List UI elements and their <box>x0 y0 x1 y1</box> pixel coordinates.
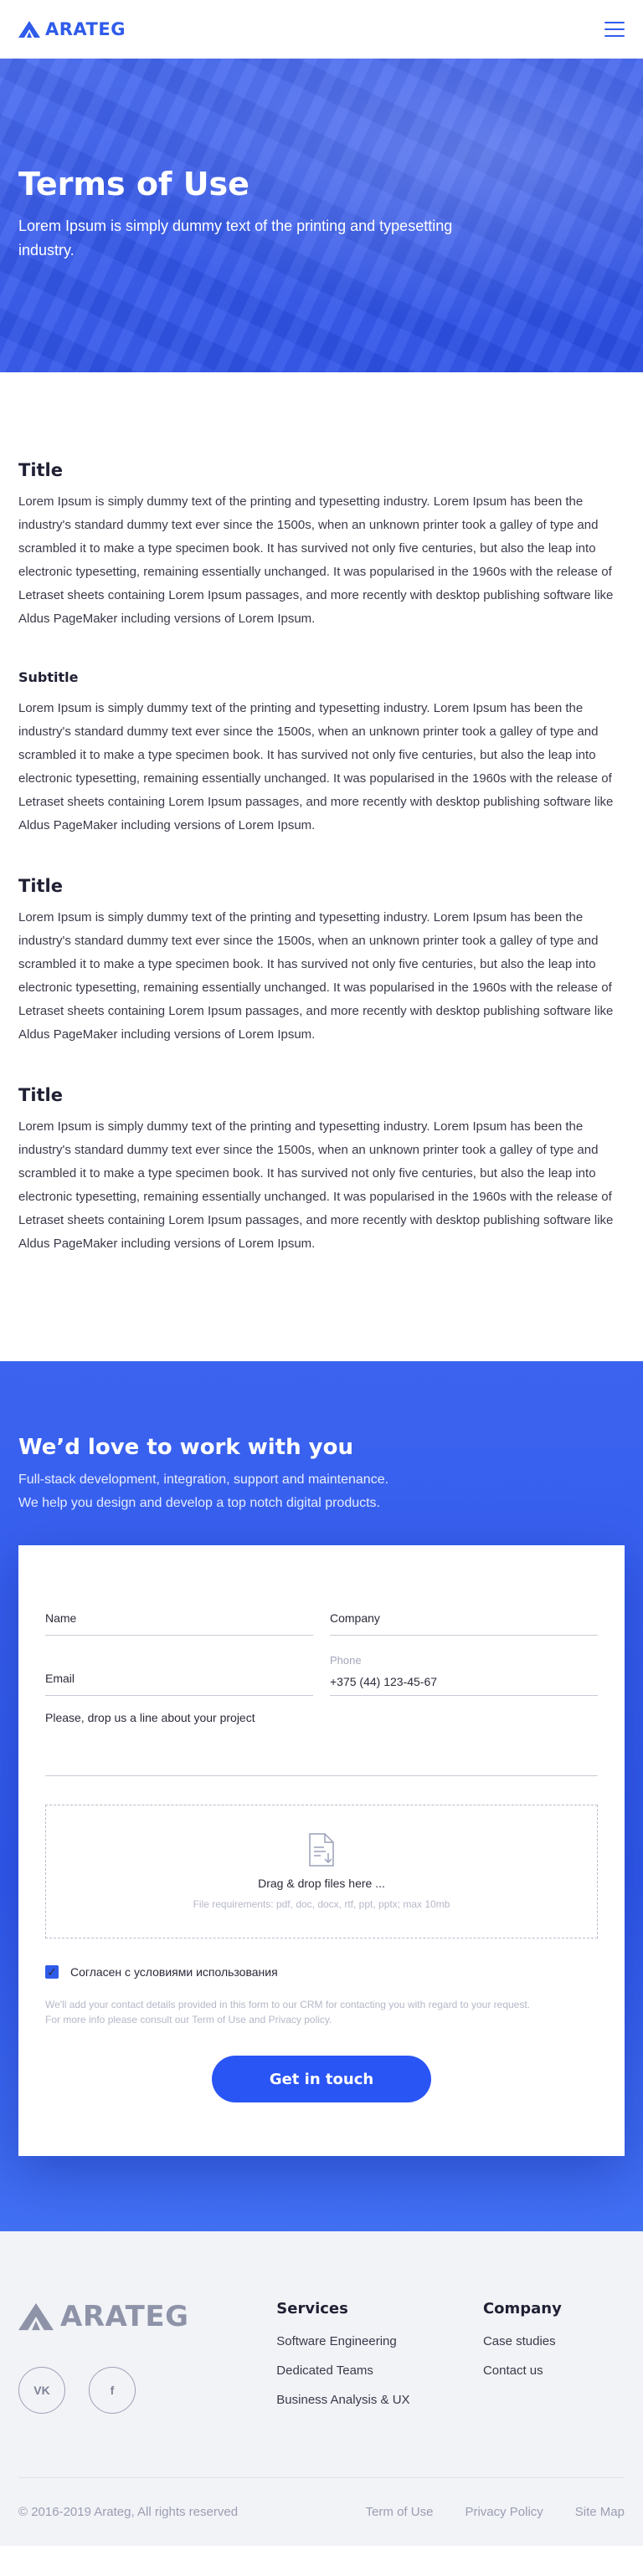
section-body: Lorem Ipsum is simply dummy text of the … <box>18 494 614 626</box>
footer-link-sitemap[interactable]: Site Map <box>575 2505 625 2519</box>
phone-input[interactable] <box>330 1675 598 1688</box>
footer-link-software-engineering[interactable]: Software Engineering <box>276 2334 483 2348</box>
terms-section: Subtitle Lorem Ipsum is simply dummy tex… <box>18 669 625 837</box>
footer-link-case-studies[interactable]: Case studies <box>483 2334 625 2348</box>
dropzone-requirements: File requirements: pdf, doc, docx, rtf, … <box>193 1898 450 1910</box>
footer-logo[interactable]: ARATEG <box>18 2300 276 2333</box>
contact-form: Name Company Email Phone Please, drop us… <box>18 1545 625 2156</box>
footer-company: Company Case studies Contact us <box>483 2300 625 2422</box>
footer-link-terms[interactable]: Term of Use <box>366 2505 434 2519</box>
email-field[interactable]: Email <box>45 1649 313 1696</box>
hamburger-menu-icon[interactable] <box>604 22 625 37</box>
terms-section: Title Lorem Ipsum is simply dummy text o… <box>18 876 625 1047</box>
site-footer: ARATEG VK f Services Software Engineerin… <box>0 2231 643 2546</box>
vk-icon[interactable]: VK <box>18 2367 65 2414</box>
section-heading: Title <box>18 1085 64 1105</box>
message-label: Please, drop us a line about your projec… <box>45 1711 255 1724</box>
hero-banner: Terms of Use Lorem Ipsum is simply dummy… <box>0 59 643 372</box>
footer-link-dedicated-teams[interactable]: Dedicated Teams <box>276 2363 483 2378</box>
consent-label: Согласен с условиями использования <box>70 1965 278 1979</box>
services-heading: Services <box>276 2300 348 2317</box>
footer-link-contact-us[interactable]: Contact us <box>483 2363 625 2378</box>
name-label: Name <box>45 1611 77 1625</box>
top-header: ARATEG <box>0 0 643 59</box>
privacy-note: We'll add your contact details provided … <box>45 1997 598 2027</box>
name-field[interactable]: Name <box>45 1589 313 1636</box>
footer-link-privacy[interactable]: Privacy Policy <box>465 2505 543 2519</box>
checkmark-icon: ✓ <box>47 1965 57 1979</box>
phone-label: Phone <box>330 1654 362 1667</box>
footer-logo-icon <box>18 2302 54 2331</box>
contact-line-2: We help you design and develop a top not… <box>18 1496 380 1510</box>
brand-name: ARATEG <box>45 19 126 39</box>
contact-title: We’d love to work with you <box>18 1435 353 1460</box>
footer-bottom-bar: © 2016-2019 Arateg, All rights reserved … <box>18 2477 625 2546</box>
section-body: Lorem Ipsum is simply dummy text of the … <box>18 910 614 1042</box>
terms-section: Title Lorem Ipsum is simply dummy text o… <box>18 1085 625 1256</box>
message-field[interactable]: Please, drop us a line about your projec… <box>45 1711 598 1776</box>
privacy-note-line-1: We'll add your contact details provided … <box>45 1999 531 2010</box>
get-in-touch-button[interactable]: Get in touch <box>212 2056 431 2102</box>
section-heading: Title <box>18 876 64 896</box>
company-label: Company <box>330 1611 380 1625</box>
section-body: Lorem Ipsum is simply dummy text of the … <box>18 701 614 832</box>
email-label: Email <box>45 1672 75 1685</box>
company-field[interactable]: Company <box>330 1589 598 1636</box>
footer-services: Services Software Engineering Dedicated … <box>276 2300 483 2422</box>
section-subheading: Subtitle <box>18 669 79 685</box>
consent-checkbox[interactable]: ✓ <box>45 1965 59 1979</box>
contact-section: We’d love to work with you Full-stack de… <box>0 1361 643 2231</box>
privacy-note-line-2: For more info please consult our Term of… <box>45 2014 332 2025</box>
dropzone-title: Drag & drop files here ... <box>258 1877 385 1890</box>
footer-link-business-analysis[interactable]: Business Analysis & UX <box>276 2393 483 2407</box>
contact-line-1: Full-stack development, integration, sup… <box>18 1472 389 1487</box>
section-heading: Title <box>18 460 64 480</box>
consent-row: ✓ Согласен с условиями использования <box>45 1965 598 1979</box>
page-subtitle: Lorem Ipsum is simply dummy text of the … <box>18 218 453 259</box>
file-dropzone[interactable]: Drag & drop files here ... File requirem… <box>45 1805 598 1938</box>
footer-brand-name: ARATEG <box>60 2300 189 2333</box>
page-title: Terms of Use <box>18 166 249 202</box>
facebook-icon[interactable]: f <box>89 2367 136 2414</box>
section-body: Lorem Ipsum is simply dummy text of the … <box>18 1119 614 1251</box>
copyright-text: © 2016-2019 Arateg, All rights reserved <box>18 2505 239 2519</box>
phone-field[interactable]: Phone <box>330 1649 598 1696</box>
logo-icon <box>18 21 40 38</box>
terms-content: Title Lorem Ipsum is simply dummy text o… <box>0 372 643 1361</box>
company-heading: Company <box>482 2300 562 2317</box>
terms-section: Title Lorem Ipsum is simply dummy text o… <box>18 460 625 631</box>
brand-logo[interactable]: ARATEG <box>18 19 126 39</box>
file-upload-icon <box>309 1833 334 1867</box>
